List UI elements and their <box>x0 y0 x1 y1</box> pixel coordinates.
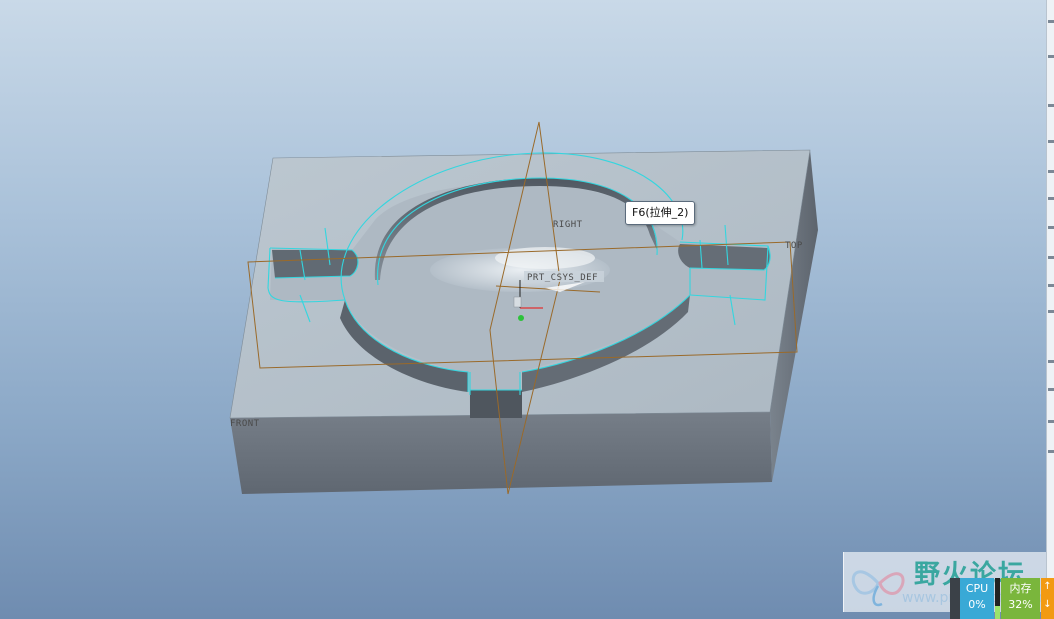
memory-bar-fill <box>995 606 1000 619</box>
arrow-up-icon: ↑ <box>1043 581 1052 592</box>
feature-tooltip: F6(拉伸_2) <box>625 201 696 225</box>
memory-value: 32% <box>1008 598 1033 611</box>
part-front-face <box>230 412 772 494</box>
right-slot-wall <box>678 244 771 270</box>
memory-meter[interactable]: 内存 32% <box>1001 578 1040 619</box>
monitor-handle[interactable] <box>950 578 960 619</box>
graphics-viewport[interactable]: RIGHT TOP FRONT PRT_CSYS_DEF F6(拉伸_2) 野火… <box>0 0 1046 619</box>
datum-label-right[interactable]: RIGHT <box>553 220 583 230</box>
arrow-down-icon: ↓ <box>1043 599 1052 610</box>
memory-label: 内存 <box>1009 582 1032 595</box>
slot-front-wall <box>470 390 522 418</box>
cpu-label: CPU <box>965 582 989 595</box>
butterfly-logo-icon <box>851 570 905 607</box>
right-toolbar-strip[interactable] <box>1046 0 1054 619</box>
cpu-value: 0% <box>968 598 986 611</box>
datum-label-top[interactable]: TOP <box>785 241 803 251</box>
cpu-meter[interactable]: CPU 0% <box>960 578 994 619</box>
network-meter[interactable]: ↑ ↓ <box>1041 578 1054 619</box>
datum-label-front[interactable]: FRONT <box>230 419 260 429</box>
model-scene[interactable]: RIGHT TOP FRONT PRT_CSYS_DEF <box>0 0 1046 619</box>
csys-label[interactable]: PRT_CSYS_DEF <box>527 273 598 283</box>
